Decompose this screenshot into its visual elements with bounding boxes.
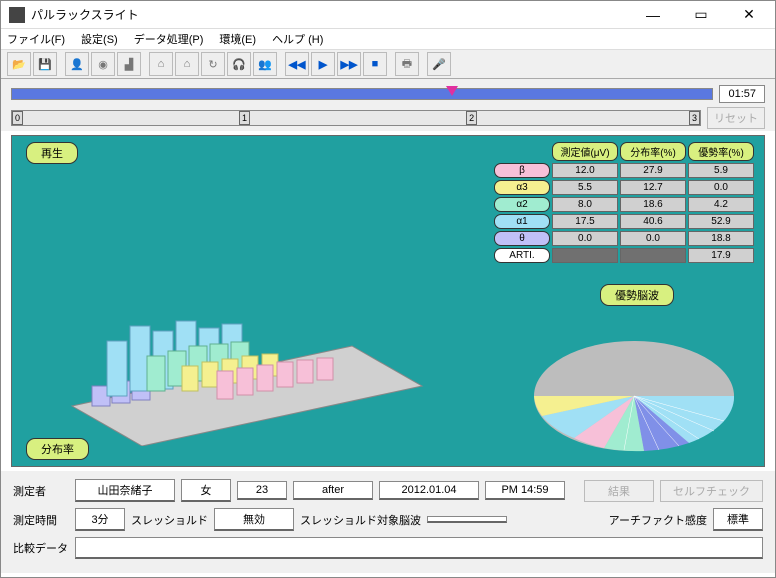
- col-measure: 測定値(μV): [552, 142, 618, 161]
- user-icon[interactable]: 👤: [65, 52, 89, 76]
- threshold-field: 無効: [214, 508, 294, 531]
- name-field: 山田奈緒子: [75, 479, 175, 502]
- chart-icon[interactable]: ▟: [117, 52, 141, 76]
- col-dist: 分布率(%): [620, 142, 686, 161]
- app-icon: [9, 7, 25, 23]
- date-field: 2012.01.04: [379, 481, 479, 500]
- cell: 0.0: [552, 231, 618, 246]
- sex-field: 女: [181, 479, 231, 502]
- ruler-tick-3: 3: [689, 111, 700, 125]
- ruler-tick-0: 0: [12, 111, 23, 125]
- artifact-label: アーチファクト感度: [609, 512, 707, 528]
- selfcheck-button[interactable]: セルフチェック: [660, 480, 763, 502]
- pie-chart: [524, 326, 744, 456]
- cell: 0.0: [688, 180, 754, 195]
- phase-field: after: [293, 481, 373, 500]
- headphone-icon[interactable]: 🎧: [227, 52, 251, 76]
- menu-help[interactable]: ヘルプ (H): [270, 30, 325, 48]
- time-ruler[interactable]: 0 1 2 3: [11, 110, 701, 126]
- print-icon[interactable]: 🖶: [395, 52, 419, 76]
- row-a2: α2: [494, 197, 550, 212]
- ruler-tick-2: 2: [466, 111, 477, 125]
- cell: 17.5: [552, 214, 618, 229]
- progress-bar[interactable]: [11, 88, 713, 100]
- ruler-tick-1: 1: [239, 111, 250, 125]
- cell: 52.9: [688, 214, 754, 229]
- tool2-icon[interactable]: ⌂: [175, 52, 199, 76]
- row-beta: β: [494, 163, 550, 178]
- examiner-label: 測定者: [13, 483, 69, 499]
- dominant-wave-label: 優勢脳波: [600, 284, 674, 306]
- stop-button[interactable]: ■: [363, 52, 387, 76]
- menu-file[interactable]: ファイル(F): [5, 30, 67, 48]
- rewind-button[interactable]: ◀◀: [285, 52, 309, 76]
- row-a3: α3: [494, 180, 550, 195]
- compare-label: 比較データ: [13, 540, 69, 556]
- threshold-target-label: スレッショルド対象脳波: [300, 512, 421, 528]
- result-button[interactable]: 結果: [584, 480, 654, 502]
- time-field: PM 14:59: [485, 481, 565, 500]
- duration-label: 測定時間: [13, 512, 69, 528]
- minimize-button[interactable]: —: [635, 5, 671, 25]
- progress-marker-icon[interactable]: [446, 86, 458, 96]
- tool1-icon[interactable]: ⌂: [149, 52, 173, 76]
- cell: 5.5: [552, 180, 618, 195]
- cell: 8.0: [552, 197, 618, 212]
- mic-icon[interactable]: 🎤: [427, 52, 451, 76]
- cell: [620, 248, 686, 263]
- threshold-target-field: [427, 516, 507, 523]
- cell: [552, 248, 618, 263]
- col-dom: 優勢率(%): [688, 142, 754, 161]
- row-arti: ARTI.: [494, 248, 550, 263]
- measurement-table: 測定値(μV) 分布率(%) 優勢率(%) β12.027.95.9α35.51…: [494, 142, 754, 263]
- cell: 17.9: [688, 248, 754, 263]
- window-title: パルラックスライト: [31, 6, 635, 23]
- forward-button[interactable]: ▶▶: [337, 52, 361, 76]
- replay-label: 再生: [26, 142, 78, 164]
- compare-field: [75, 537, 763, 559]
- camera-icon[interactable]: ◉: [91, 52, 115, 76]
- elapsed-time: 01:57: [719, 85, 765, 103]
- menu-data[interactable]: データ処理(P): [132, 30, 206, 48]
- cell: 12.7: [620, 180, 686, 195]
- cell: 12.0: [552, 163, 618, 178]
- toolbar: 📂 💾 👤 ◉ ▟ ⌂ ⌂ ↻ 🎧 👥 ◀◀ ▶ ▶▶ ■ 🖶 🎤: [1, 49, 775, 79]
- menubar: ファイル(F) 設定(S) データ処理(P) 環境(E) ヘルプ (H): [1, 29, 775, 49]
- cell: 27.9: [620, 163, 686, 178]
- threshold-label: スレッショルド: [131, 512, 208, 528]
- progress-area: 01:57 0 1 2 3 リセット: [1, 79, 775, 131]
- group-icon[interactable]: 👥: [253, 52, 277, 76]
- info-panel: 測定者 山田奈緒子 女 23 after 2012.01.04 PM 14:59…: [1, 471, 775, 573]
- refresh-icon[interactable]: ↻: [201, 52, 225, 76]
- cell: 0.0: [620, 231, 686, 246]
- cell: 40.6: [620, 214, 686, 229]
- menu-env[interactable]: 環境(E): [217, 30, 258, 48]
- open-icon[interactable]: 📂: [7, 52, 31, 76]
- cell: 18.6: [620, 197, 686, 212]
- row-theta: θ: [494, 231, 550, 246]
- age-field: 23: [237, 481, 287, 500]
- maximize-button[interactable]: ▭: [683, 5, 719, 25]
- cell: 4.2: [688, 197, 754, 212]
- reset-button[interactable]: リセット: [707, 107, 765, 129]
- save-icon[interactable]: 💾: [33, 52, 57, 76]
- close-button[interactable]: ✕: [731, 5, 767, 25]
- duration-field: 3分: [75, 508, 125, 531]
- artifact-field: 標準: [713, 508, 763, 531]
- row-a1: α1: [494, 214, 550, 229]
- bar-chart-3d: [52, 246, 432, 446]
- titlebar: パルラックスライト — ▭ ✕: [1, 1, 775, 29]
- cell: 18.8: [688, 231, 754, 246]
- menu-settings[interactable]: 設定(S): [79, 30, 120, 48]
- main-view: 再生 分布率 優勢脳波 測定値(μV) 分布率(%) 優勢率(%) β12.02…: [11, 135, 765, 467]
- cell: 5.9: [688, 163, 754, 178]
- play-button[interactable]: ▶: [311, 52, 335, 76]
